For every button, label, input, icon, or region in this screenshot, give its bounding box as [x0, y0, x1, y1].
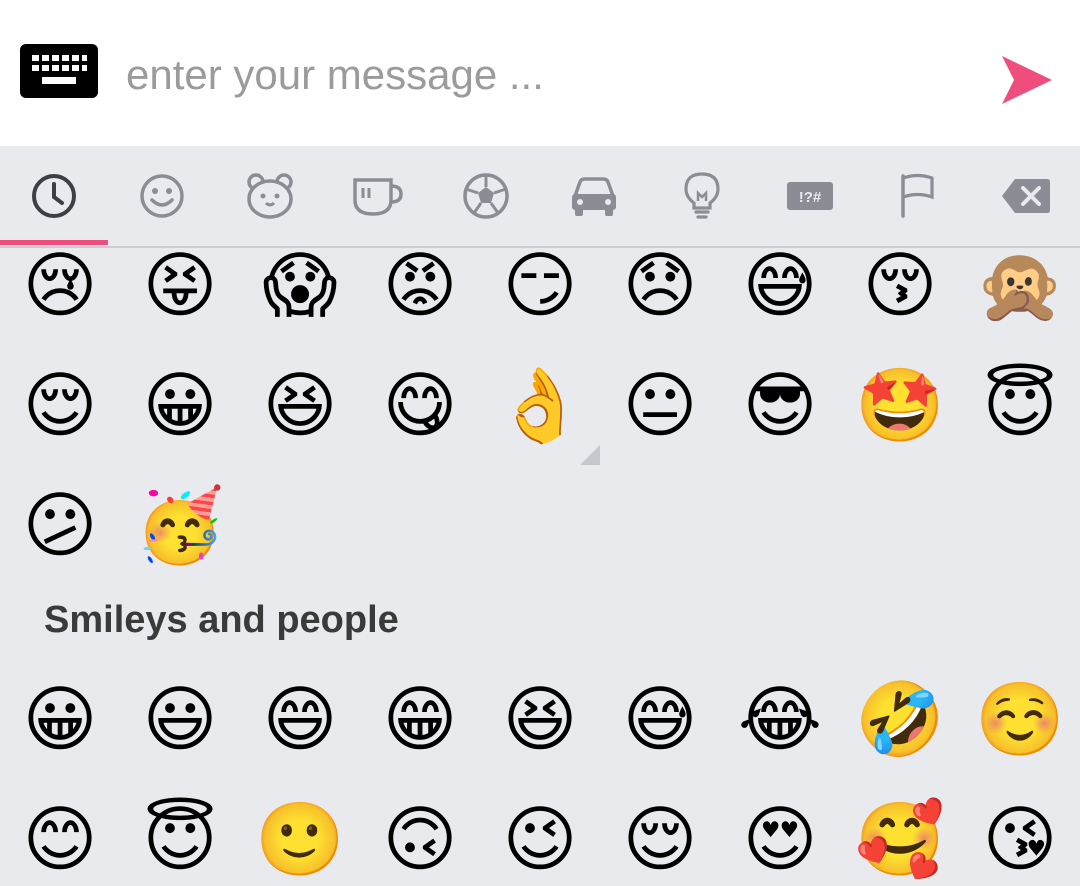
emoji-smiling-hearts[interactable]: 🥰 [850, 789, 950, 886]
emoji-relieved[interactable]: 😌 [610, 789, 710, 886]
message-bar [0, 0, 1080, 146]
message-input[interactable] [126, 40, 946, 110]
emoji-disappointed[interactable]: 😞 [610, 247, 710, 335]
tab-travel[interactable] [540, 146, 648, 246]
tab-symbols[interactable]: !?# [756, 146, 864, 246]
emoji-sunglasses[interactable]: 😎 [730, 355, 830, 455]
tab-recent[interactable] [0, 146, 108, 246]
tab-smileys[interactable] [108, 146, 216, 246]
emoji-yum[interactable]: 😋 [370, 355, 470, 455]
emoji-relaxed[interactable]: ☺️ [970, 669, 1070, 769]
symbols-icon: !?# [787, 182, 833, 210]
emoji-angry[interactable]: 😡 [370, 247, 470, 335]
emoji-upside-down[interactable]: 🙃 [370, 789, 470, 886]
tab-flags[interactable] [864, 146, 972, 246]
emoji-joy[interactable]: 😂 [730, 669, 830, 769]
emoji-partying[interactable]: 🥳 [130, 475, 230, 575]
emoji-star-struck[interactable]: 🤩 [850, 355, 950, 455]
cup-icon [353, 178, 403, 216]
emoji-speak-no-evil-monkey[interactable]: 🙊 [970, 247, 1070, 335]
emoji-sweat-smile[interactable]: 😅 [730, 247, 830, 335]
send-icon[interactable] [998, 50, 1056, 110]
emoji-smirk[interactable]: 😏 [490, 247, 590, 335]
emoji-laughing[interactable]: 😆 [490, 669, 590, 769]
svg-text:!?#: !?# [799, 189, 822, 206]
emoji-crying[interactable]: 😢 [10, 247, 110, 335]
active-tab-indicator [0, 240, 108, 245]
emoji-ok-hand[interactable]: 👌 [490, 355, 590, 455]
emoji-grin[interactable]: 😁 [370, 669, 470, 769]
emoji-smile[interactable]: 😄 [250, 669, 350, 769]
emoji-sweat-smile[interactable]: 😅 [610, 669, 710, 769]
flag-icon [901, 173, 934, 218]
emoji-relieved[interactable]: 😌 [10, 355, 110, 455]
emoji-screaming[interactable]: 😱 [250, 247, 350, 335]
section-title: Smileys and people [44, 599, 399, 641]
clock-icon [32, 174, 76, 218]
tab-food[interactable] [324, 146, 432, 246]
emoji-category-tabs: !?# [0, 146, 1080, 248]
emoji-kissing-heart[interactable]: 😘 [970, 789, 1070, 886]
tab-objects[interactable] [648, 146, 756, 246]
car-icon [572, 177, 616, 216]
emoji-laughing[interactable]: 😆 [250, 355, 350, 455]
emoji-grinning[interactable]: 😀 [130, 355, 230, 455]
emoji-slight-smile[interactable]: 🙂 [250, 789, 350, 886]
emoji-smiley[interactable]: 😃 [130, 669, 230, 769]
tab-animals[interactable] [216, 146, 324, 246]
emoji-heart-eyes[interactable]: 😍 [730, 789, 830, 886]
delete-button[interactable] [972, 146, 1080, 246]
emoji-blush[interactable]: 😊 [10, 789, 110, 886]
skin-tone-indicator [580, 445, 600, 465]
keyboard-icon[interactable] [20, 44, 98, 98]
emoji-grinning[interactable]: 😀 [10, 669, 110, 769]
soccer-ball-icon [463, 173, 509, 219]
tab-activity[interactable] [432, 146, 540, 246]
backspace-icon [1002, 179, 1050, 213]
emoji-halo[interactable]: 😇 [970, 355, 1070, 455]
emoji-neutral[interactable]: 😐 [610, 355, 710, 455]
emoji-squinting-tongue[interactable]: 😝 [130, 247, 230, 335]
bear-icon [247, 173, 293, 219]
emoji-rofl[interactable]: 🤣 [850, 669, 950, 769]
emoji-halo[interactable]: 😇 [130, 789, 230, 886]
lightbulb-icon [684, 172, 720, 219]
emoji-grid: 😢 😝 😱 😡 😏 😞 😅 😚 🙊 😌 😀 😆 😋 👌 😐 😎 🤩 😇 😕 🥳 … [0, 247, 1080, 886]
smiley-icon [140, 174, 184, 218]
emoji-wink[interactable]: 😉 [490, 789, 590, 886]
emoji-confused[interactable]: 😕 [10, 475, 110, 575]
emoji-kissing-closed-eyes[interactable]: 😚 [850, 247, 950, 335]
